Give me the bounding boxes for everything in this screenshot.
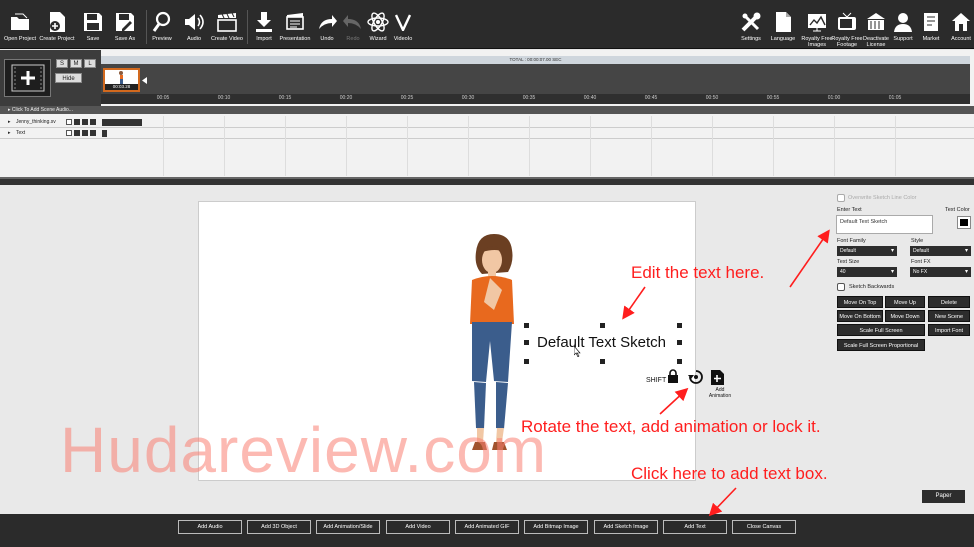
app-window: Open Project Create Project Save Save As… [0,0,974,547]
arrow-to-text-field [789,229,830,288]
annotation-arrows [622,229,830,517]
arrow-to-text-element [622,286,646,320]
arrow-to-add-text-button [708,487,737,517]
arrow-to-rotate-icons [659,387,689,415]
